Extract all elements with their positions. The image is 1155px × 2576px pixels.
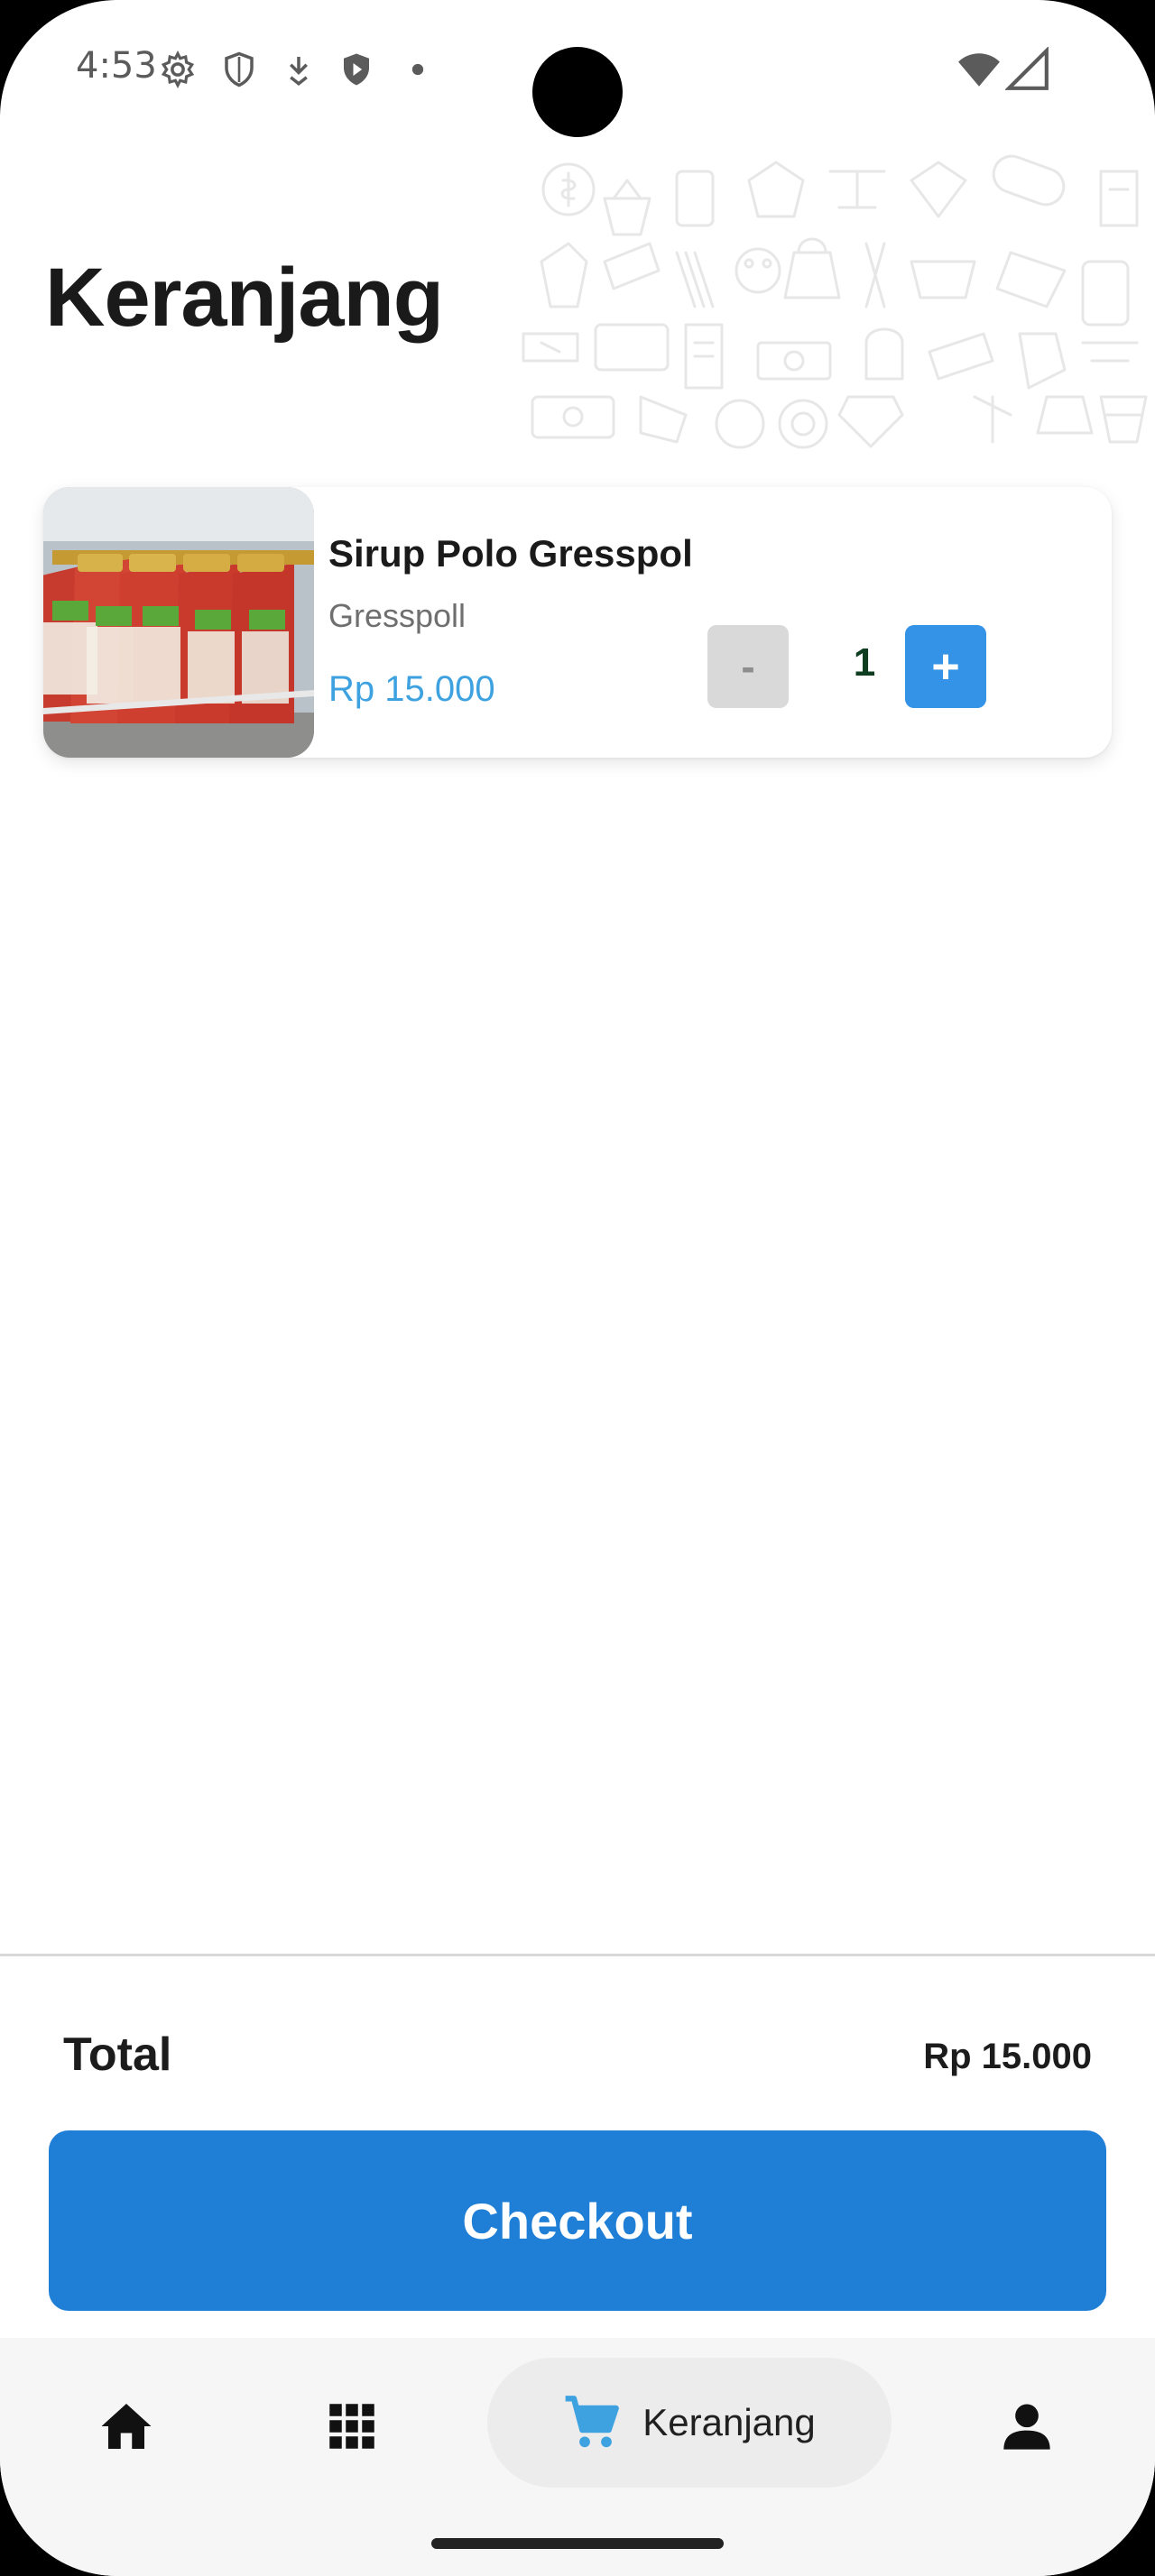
decrease-quantity-button[interactable]: - [707,625,789,708]
grid-icon [329,2404,374,2449]
shield-icon [225,51,254,87]
page-title: Keranjang [45,252,444,344]
home-icon [101,2404,152,2449]
nav-cart-label: Keranjang [642,2401,816,2443]
camera-cutout [532,47,623,137]
cart-icon [565,2396,620,2448]
signal-icon [1005,47,1049,90]
status-time: 4:53 [76,45,157,87]
dot-icon [411,63,424,76]
total-value: Rp 15.000 [923,2037,1092,2076]
summary-divider [0,1954,1155,1956]
play-shield-icon [344,53,369,86]
phone-screen: 4:53 Keranjang Sirup Polo Gresspol Gress… [0,0,1155,2576]
shopping-pattern-decoration [522,154,1148,449]
gear-icon [161,51,195,88]
product-price: Rp 15.000 [328,669,495,709]
product-name: Sirup Polo Gresspol [328,532,693,575]
wifi-icon [958,53,1000,87]
nav-cart[interactable]: Keranjang [487,2358,892,2488]
download-icon [290,57,308,86]
person-icon [1003,2404,1050,2450]
syrup-bottles-photo [43,487,314,758]
cart-item-card[interactable]: Sirup Polo Gresspol Gresspoll Rp 15.000 … [43,487,1112,758]
product-seller: Gresspoll [328,597,467,634]
increase-quantity-button[interactable]: + [905,625,986,708]
nav-profile[interactable] [991,2390,1063,2462]
quantity-value: 1 [853,640,876,685]
nav-home[interactable] [90,2390,162,2462]
status-bar: 4:53 [0,0,1155,144]
product-image [43,487,314,758]
total-label: Total [63,2029,172,2081]
nav-categories[interactable] [316,2390,388,2462]
home-indicator[interactable] [431,2538,724,2549]
checkout-button[interactable]: Checkout [49,2130,1106,2311]
